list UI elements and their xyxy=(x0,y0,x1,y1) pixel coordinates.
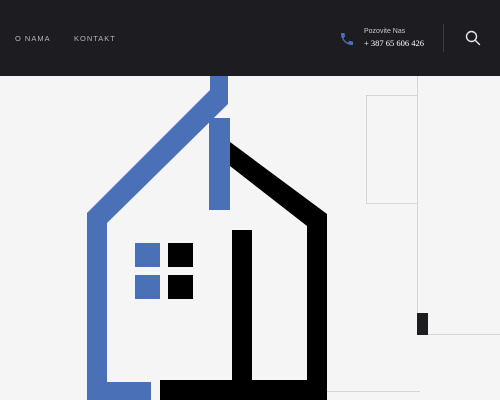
phone-caption: Pozovite Nas xyxy=(364,28,406,35)
header-divider xyxy=(443,24,444,52)
nav-link-kontakt[interactable]: KONTAKT xyxy=(74,34,116,43)
nav-link-o-nama[interactable]: O NAMA xyxy=(15,34,51,43)
house-logo xyxy=(87,76,327,400)
hero-section xyxy=(0,76,500,400)
site-header: O NAMA KONTAKT Pozovite Nas + 387 65 606… xyxy=(0,0,500,76)
phone-icon xyxy=(341,33,353,45)
phone-number-link[interactable]: + 387 65 606 426 xyxy=(364,38,424,48)
search-icon[interactable] xyxy=(465,30,481,46)
